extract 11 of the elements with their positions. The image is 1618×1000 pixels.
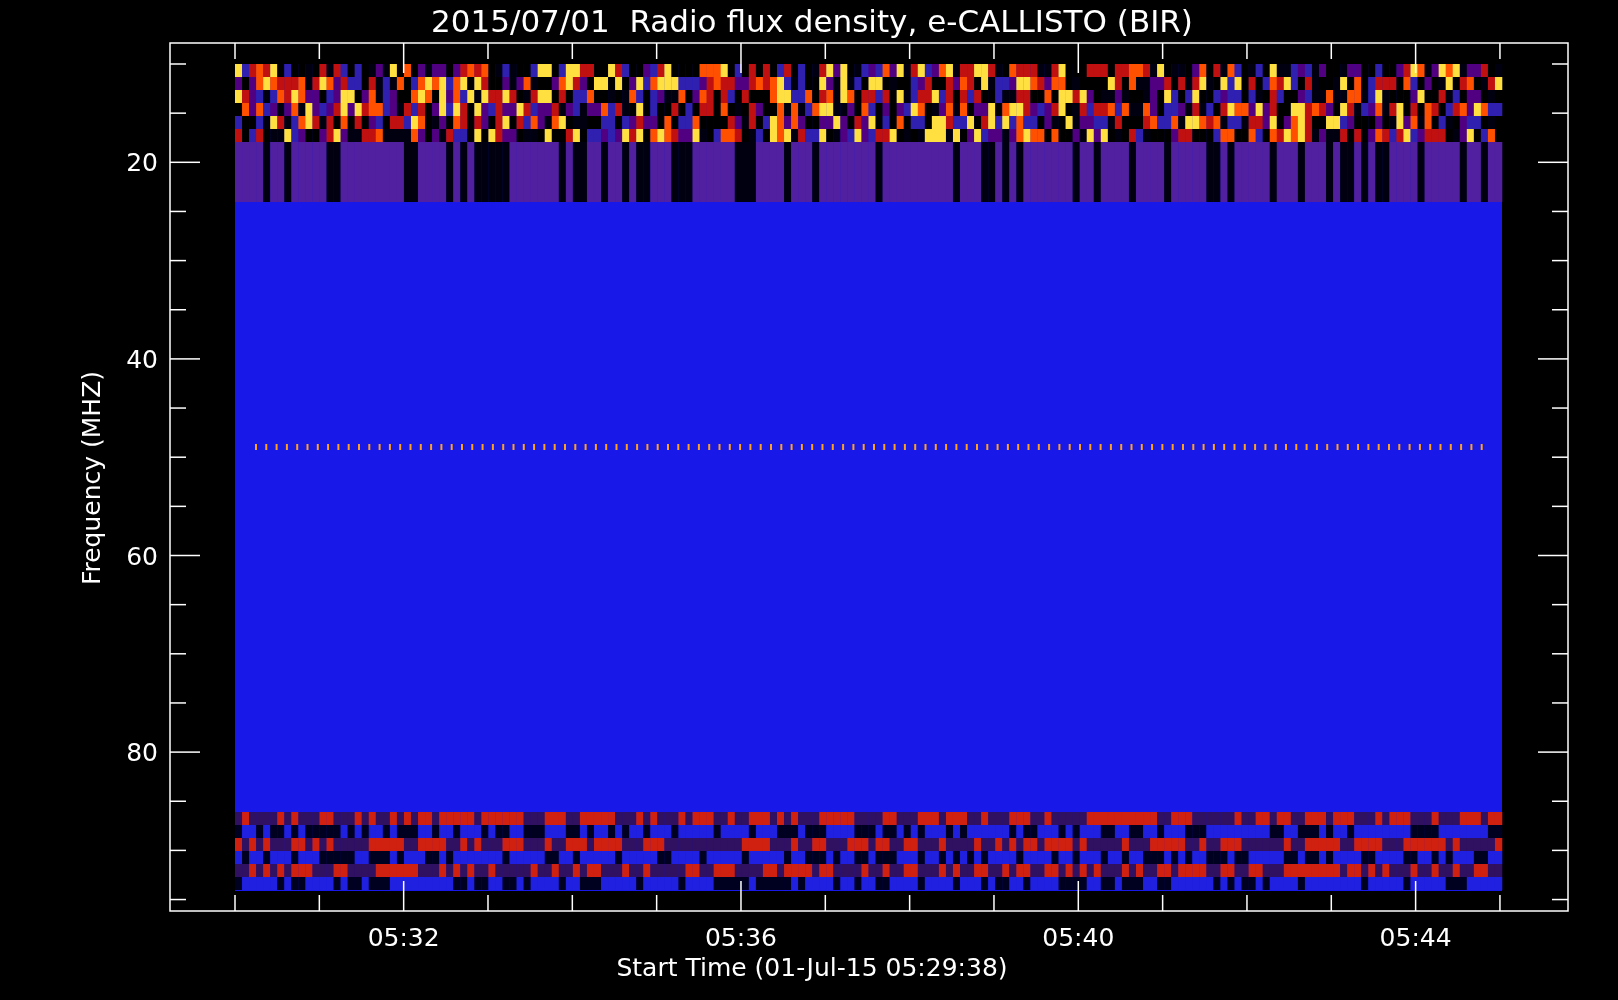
y-tick-label: 20 (126, 148, 158, 178)
x-tick-label: 05:32 (367, 923, 440, 952)
x-tick-label: 05:36 (704, 923, 777, 952)
x-axis-title: Start Time (01-Jul-15 05:29:38) (616, 953, 1008, 982)
x-tick-label: 05:44 (1379, 923, 1452, 952)
y-tick-label: 80 (126, 738, 158, 768)
y-tick-label: 40 (126, 344, 158, 374)
x-tick-label: 05:40 (1042, 923, 1115, 952)
y-tick-label: 60 (126, 541, 158, 571)
plot-title: 2015/07/01 Radio flux density, e-CALLISTO (BIR) (431, 3, 1193, 39)
y-axis-title: Frequency (MHZ) (77, 370, 106, 586)
